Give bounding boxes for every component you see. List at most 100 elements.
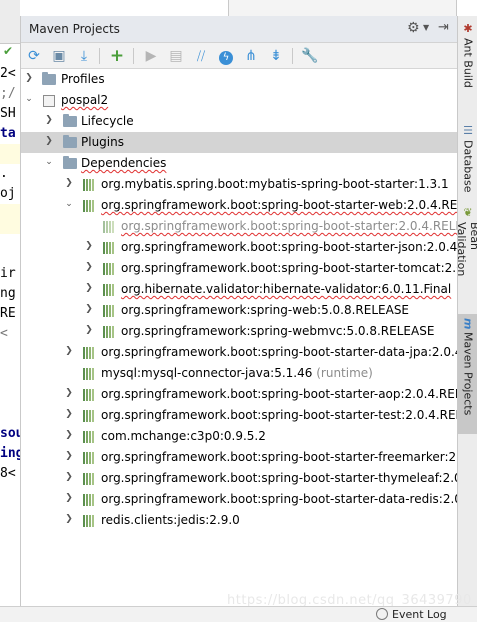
chevron-right-icon[interactable]: ❯ bbox=[64, 493, 74, 503]
library-icon bbox=[83, 367, 97, 380]
tree-item-label: Dependencies bbox=[81, 156, 167, 170]
run-config-icon[interactable]: ▤ bbox=[166, 46, 186, 66]
editor-line: sou bbox=[0, 426, 20, 441]
chevron-right-icon[interactable]: ❯ bbox=[84, 283, 94, 293]
tab-label: Bean Validation bbox=[455, 222, 477, 277]
download-icon[interactable]: ⤓ bbox=[74, 46, 94, 66]
editor-line: 2< bbox=[0, 66, 16, 81]
tab-ant-build[interactable]: ✱ Ant Build bbox=[458, 18, 477, 100]
tab-bean-validation[interactable]: ❦ Bean Validation bbox=[455, 202, 477, 304]
tree-item-label: Lifecycle bbox=[81, 114, 134, 128]
maven-tree: ❯ Profiles ⌄ pospal2 ❯ Lifecycle ❯ Plugi… bbox=[21, 69, 458, 606]
event-log-button[interactable]: Event Log bbox=[392, 608, 447, 621]
panel-header: Maven Projects ⚙ ▼ ⇥ bbox=[21, 16, 458, 43]
hide-panel-icon[interactable]: ⇥ bbox=[438, 20, 449, 35]
dependency-row[interactable]: ❯ com.mchange:c3p0:0.9.5.2 bbox=[21, 426, 458, 447]
gear-icon[interactable]: ⚙ bbox=[407, 20, 420, 36]
reimport-icon[interactable]: ⟳ bbox=[24, 46, 44, 66]
chevron-down-icon[interactable]: ⌄ bbox=[64, 199, 74, 209]
chevron-down-icon[interactable]: ⌄ bbox=[44, 157, 54, 167]
library-icon bbox=[83, 451, 97, 464]
dependency-row[interactable]: ❯ org.springframework.boot:spring-boot-s… bbox=[21, 447, 458, 468]
dependency-row[interactable]: ❯ redis.clients:jedis:2.9.0 bbox=[21, 510, 458, 531]
dependency-row[interactable]: ❯ org.springframework:spring-web:5.0.8.R… bbox=[21, 300, 458, 321]
dependency-row[interactable]: ❯ org.springframework.boot:spring-boot-s… bbox=[21, 258, 458, 279]
tree-item-profiles[interactable]: ❯ Profiles bbox=[21, 69, 458, 90]
collapse-all-icon[interactable]: ⇟ bbox=[266, 46, 286, 66]
library-icon bbox=[83, 346, 97, 359]
dependency-row[interactable]: ⌄ org.springframework.boot:spring-boot-s… bbox=[21, 195, 458, 216]
dependency-label: org.springframework.boot:spring-boot-sta… bbox=[121, 240, 458, 254]
toolbar-divider bbox=[99, 48, 100, 64]
right-tool-strip: ✱ Ant Build ☰ Database ❦ Bean Validation… bbox=[455, 16, 477, 606]
dependency-label: org.springframework:spring-web:5.0.8.REL… bbox=[121, 303, 410, 317]
dependency-row[interactable]: ❯ org.springframework:spring-webmvc:5.0.… bbox=[21, 321, 458, 342]
tree-item-project[interactable]: ⌄ pospal2 bbox=[21, 90, 458, 111]
chevron-right-icon[interactable]: ❯ bbox=[84, 325, 94, 335]
dependency-row[interactable]: mysql:mysql-connector-java:5.1.46 (runti… bbox=[21, 363, 458, 384]
generate-sources-icon[interactable]: ▣ bbox=[49, 46, 69, 66]
dependency-row[interactable]: ❯ org.springframework.boot:spring-boot-s… bbox=[21, 342, 458, 363]
chevron-right-icon[interactable]: ❯ bbox=[64, 514, 74, 524]
ant-icon: ✱ bbox=[461, 22, 475, 35]
maven-module-icon bbox=[43, 95, 55, 107]
library-icon bbox=[83, 409, 97, 422]
dependency-row[interactable]: ❯ org.springframework.boot:spring-boot-s… bbox=[21, 405, 458, 426]
chevron-right-icon[interactable]: ❯ bbox=[24, 73, 34, 83]
dependency-label: org.springframework.boot:spring-boot-sta… bbox=[121, 261, 458, 275]
library-icon bbox=[83, 388, 97, 401]
chevron-right-icon[interactable]: ❯ bbox=[64, 346, 74, 356]
tree-item-label: pospal2 bbox=[61, 93, 109, 107]
dependency-row[interactable]: ❯ org.springframework.boot:spring-boot-s… bbox=[21, 237, 458, 258]
library-icon bbox=[103, 262, 117, 275]
chevron-down-icon[interactable]: ▼ bbox=[423, 23, 429, 32]
toggle-offline-icon[interactable]: ⧸⧸ bbox=[191, 46, 211, 66]
dependency-row[interactable]: org.springframework.boot:spring-boot-sta… bbox=[21, 216, 458, 237]
dependency-label: org.springframework.boot:spring-boot-sta… bbox=[101, 471, 458, 485]
dependency-row[interactable]: ❯ org.mybatis.spring.boot:mybatis-spring… bbox=[21, 174, 458, 195]
chevron-right-icon[interactable]: ❯ bbox=[64, 388, 74, 398]
dependency-label: org.springframework.boot:spring-boot-sta… bbox=[101, 408, 458, 422]
chevron-right-icon[interactable]: ❯ bbox=[64, 409, 74, 419]
tree-item-plugins[interactable]: ❯ Plugins bbox=[21, 132, 458, 153]
add-icon[interactable]: + bbox=[107, 46, 127, 66]
editor-tab-fragment[interactable] bbox=[228, 0, 457, 16]
editor-fragment[interactable]: ✔ 2< ;/ SH ta . oj ir ng RE < sou ing 8< bbox=[0, 0, 20, 606]
editor-tabbar bbox=[0, 0, 20, 44]
library-icon bbox=[83, 514, 97, 527]
chevron-right-icon[interactable]: ❯ bbox=[84, 304, 94, 314]
dependency-label: org.springframework.boot:spring-boot-sta… bbox=[101, 450, 458, 464]
dependency-diagram-icon[interactable]: ⋔ bbox=[241, 46, 261, 66]
chevron-right-icon[interactable]: ❯ bbox=[64, 451, 74, 461]
dependency-row[interactable]: ❯ org.springframework.boot:spring-boot-s… bbox=[21, 489, 458, 510]
dependency-label: org.springframework:spring-webmvc:5.0.8.… bbox=[121, 324, 435, 338]
tab-maven-projects[interactable]: m Maven Projects bbox=[458, 314, 477, 434]
tab-database[interactable]: ☰ Database bbox=[458, 120, 477, 198]
tree-item-lifecycle[interactable]: ❯ Lifecycle bbox=[21, 111, 458, 132]
editor-line: ir bbox=[0, 266, 16, 281]
chevron-right-icon[interactable]: ❯ bbox=[44, 115, 54, 125]
dependency-row[interactable]: ❯ org.hibernate.validator:hibernate-vali… bbox=[21, 279, 458, 300]
event-log-icon[interactable] bbox=[376, 608, 388, 620]
dependency-row[interactable]: ❯ org.springframework.boot:spring-boot-s… bbox=[21, 384, 458, 405]
skip-tests-icon[interactable]: ϟ bbox=[216, 46, 236, 66]
dependencies-folder-icon bbox=[63, 156, 77, 169]
run-icon[interactable]: ▶ bbox=[141, 46, 161, 66]
chevron-right-icon[interactable]: ❯ bbox=[44, 136, 54, 146]
settings-wrench-icon[interactable]: 🔧 bbox=[300, 46, 320, 66]
chevron-right-icon[interactable]: ❯ bbox=[64, 472, 74, 482]
dependency-label: mysql:mysql-connector-java:5.1.46 (runti… bbox=[101, 366, 373, 381]
dependency-label: org.hibernate.validator:hibernate-valida… bbox=[121, 282, 452, 296]
chevron-right-icon[interactable]: ❯ bbox=[84, 241, 94, 251]
window-top-gap bbox=[0, 0, 477, 16]
library-icon bbox=[83, 199, 97, 212]
dependency-label: org.springframework.boot:spring-boot-sta… bbox=[101, 198, 458, 212]
chevron-right-icon[interactable]: ❯ bbox=[64, 178, 74, 188]
tree-item-dependencies[interactable]: ⌄ Dependencies bbox=[21, 153, 458, 174]
chevron-right-icon[interactable]: ❯ bbox=[64, 430, 74, 440]
chevron-down-icon[interactable]: ⌄ bbox=[24, 94, 34, 104]
dependency-row[interactable]: ❯ org.springframework.boot:spring-boot-s… bbox=[21, 468, 458, 489]
editor-line: SH bbox=[0, 106, 16, 121]
library-icon bbox=[83, 430, 97, 443]
chevron-right-icon[interactable]: ❯ bbox=[84, 262, 94, 272]
